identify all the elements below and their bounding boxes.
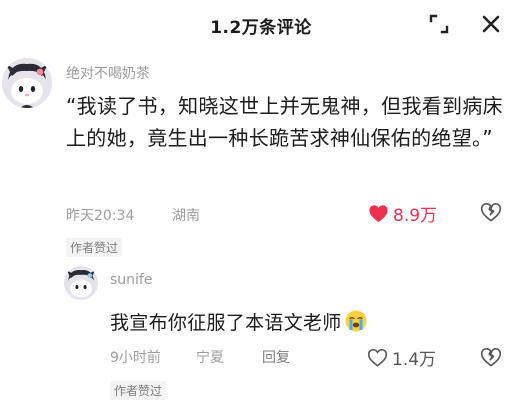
reply-button[interactable]: 回复: [262, 347, 290, 367]
comment-location: 湖南: [172, 208, 200, 224]
heart-filled-icon: [369, 205, 388, 223]
like-count: 8.9万: [393, 206, 438, 226]
comment-time: 昨天20:34: [66, 208, 135, 224]
close-icon[interactable]: [478, 11, 504, 37]
reply-avatar[interactable]: [64, 266, 98, 300]
reply-like-button[interactable]: 1.4万: [367, 345, 436, 370]
reply-like-count: 1.4万: [392, 350, 437, 370]
broken-heart-icon[interactable]: [480, 202, 502, 224]
comments-header: 1.2万条评论: [0, 0, 522, 50]
like-button[interactable]: 8.9万: [368, 201, 437, 226]
reply-location: 宁夏: [196, 350, 224, 366]
reply-author-liked-badge: 作者赞过: [110, 381, 167, 400]
expand-icon[interactable]: [426, 11, 452, 37]
reply-username[interactable]: sunife: [110, 272, 152, 288]
reply-time: 9小时前: [110, 350, 161, 366]
reply-text: 我宣布你征服了本语文老师: [110, 312, 342, 334]
heart-outline-icon: [367, 348, 388, 367]
loudly-crying-face-icon: [344, 309, 368, 333]
reply-text-line: 我宣布你征服了本语文老师: [110, 308, 368, 335]
comment-text: “我读了书，知晓这世上并无鬼神，但我看到病床上的她，竟生出一种长跪苦求神仙保佑的…: [66, 94, 503, 150]
reply-broken-heart-icon[interactable]: [480, 347, 502, 369]
author-liked-badge: 作者赞过: [66, 238, 123, 257]
comment-username[interactable]: 绝对不喝奶茶: [66, 63, 150, 83]
avatar[interactable]: [2, 58, 52, 108]
